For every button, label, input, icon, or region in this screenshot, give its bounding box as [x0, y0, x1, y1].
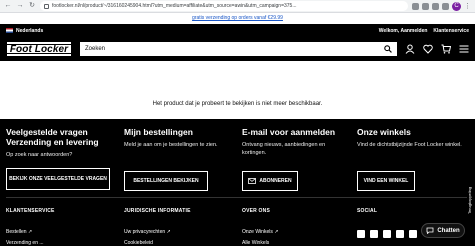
forward-icon[interactable]: →: [16, 2, 24, 10]
faq-text: Op zoek naar antwoorden?: [6, 152, 73, 158]
main-header: Foot Locker Zoeken: [0, 37, 475, 61]
browser-toolbar: ← → ↻ footlocker.nl/nl/product/~/3161602…: [0, 0, 475, 13]
email-text: Ontvang nieuws, aanbiedingen en kortinge…: [242, 142, 326, 156]
reload-icon[interactable]: ↻: [28, 2, 36, 10]
foot-locker-logo[interactable]: Foot Locker: [6, 41, 72, 57]
footer: Veelgestelde vragen Verzending en leveri…: [0, 119, 475, 246]
orders-column: Mijn bestellingen Meld je aan om je best…: [124, 127, 232, 149]
heart-icon[interactable]: [423, 44, 433, 54]
orders-title: Mijn bestellingen: [124, 127, 193, 137]
social-heading: SOCIAL: [357, 208, 378, 214]
search-icon[interactable]: [384, 45, 392, 53]
stores-text: Vind de dichtstbijzijnde Foot Locker win…: [357, 142, 462, 148]
promo-banner[interactable]: gratis verzending op orders vanaf €29.99: [0, 13, 475, 24]
account-icon[interactable]: [405, 44, 415, 54]
faq-column: Veelgestelde vragen Verzending en leveri…: [6, 127, 116, 159]
search-placeholder: Zoeken: [85, 46, 106, 52]
extension-icon[interactable]: [422, 2, 429, 10]
subscribe-button[interactable]: ABONNEREN: [242, 171, 298, 191]
netherlands-flag-icon: [6, 28, 13, 33]
social-icons: [357, 230, 417, 238]
extension-icon[interactable]: [432, 2, 439, 10]
instagram-icon[interactable]: [383, 230, 391, 238]
search-input[interactable]: Zoeken: [80, 42, 397, 56]
footer-divider: [6, 197, 469, 198]
email-column: E-mail voor aanmelden Ontvang nieuws, aa…: [242, 127, 342, 157]
youtube-icon[interactable]: [396, 230, 404, 238]
footer-link-orders[interactable]: Bestellen ↗: [6, 229, 32, 235]
footer-link-stores[interactable]: Onze Winkels ↗: [242, 229, 278, 235]
mail-icon: [248, 178, 257, 184]
email-title: E-mail voor aanmelden: [242, 127, 336, 137]
facebook-icon[interactable]: [357, 230, 365, 238]
unavailable-text: Het product dat je probeert te bekijken …: [152, 100, 323, 107]
url-text: footlocker.nl/nl/product/~/316160245904.…: [52, 3, 297, 9]
orders-text: Meld je aan om je bestellingen te zien.: [124, 142, 218, 148]
footer-link-cookies[interactable]: Cookiebeleid: [124, 240, 153, 246]
chat-label: Chatten: [437, 227, 460, 234]
utility-bar: Nederlands Welkom, Aanmelden Klantenserv…: [0, 24, 475, 37]
footer-link-privacy[interactable]: Uw privacyrechten ↗: [124, 229, 171, 235]
about-heading: OVER ONS: [242, 208, 270, 214]
hamburger-menu-icon[interactable]: [459, 44, 469, 54]
extension-icon[interactable]: [442, 2, 449, 10]
tiktok-icon[interactable]: [409, 230, 417, 238]
address-bar[interactable]: footlocker.nl/nl/product/~/316160245904.…: [40, 1, 408, 11]
customer-service-link[interactable]: Klantenservice: [433, 28, 469, 34]
back-icon[interactable]: ←: [4, 2, 12, 10]
feedback-tab[interactable]: Terugkoppeling: [467, 180, 475, 220]
lock-icon: [44, 3, 49, 9]
more-menu-icon[interactable]: ⋮: [464, 2, 471, 10]
faq-button[interactable]: BEKIJK ONZE VEELGESTELDE VRAGEN: [6, 168, 110, 190]
chat-button[interactable]: Chatten: [421, 223, 465, 238]
profile-avatar-icon[interactable]: C: [452, 1, 461, 11]
stores-column: Onze winkels Vind de dichtstbijzijnde Fo…: [357, 127, 467, 149]
customer-service-heading: KLANTENSERVICE: [6, 208, 55, 214]
cart-icon[interactable]: [441, 44, 451, 54]
orders-button[interactable]: BESTELLINGEN BEKIJKEN: [124, 171, 208, 191]
subscribe-label: ABONNEREN: [259, 178, 292, 184]
sign-in-link[interactable]: Welkom, Aanmelden: [379, 28, 428, 34]
chat-bubble-icon: [426, 227, 434, 234]
extension-icon[interactable]: [412, 2, 419, 10]
twitter-icon[interactable]: [370, 230, 378, 238]
locale-selector[interactable]: Nederlands: [16, 28, 43, 34]
stores-title: Onze winkels: [357, 127, 411, 137]
legal-heading: JURIDISCHE INFORMATIE: [124, 208, 191, 214]
faq-title: Veelgestelde vragen Verzending en leveri…: [6, 127, 99, 147]
footer-link-shipping[interactable]: Verzending en ...: [6, 240, 44, 246]
find-store-button[interactable]: VIND EEN WINKEL: [357, 171, 415, 191]
footer-link-all-stores[interactable]: Alle Winkels: [242, 240, 269, 246]
